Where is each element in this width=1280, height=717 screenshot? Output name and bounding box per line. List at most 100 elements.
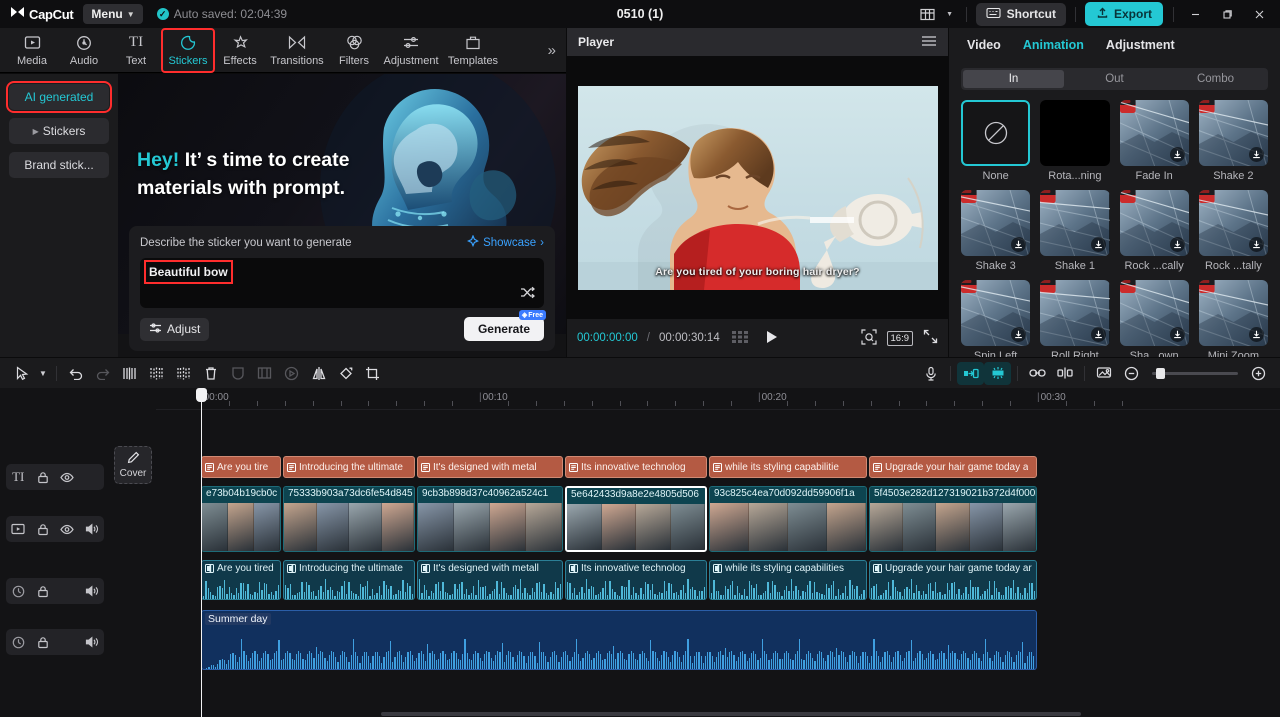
hamburger-icon[interactable] — [921, 35, 937, 50]
nav-ai-generated[interactable]: AI generated — [9, 84, 109, 110]
audio-clip[interactable]: Are you tired — [201, 560, 281, 600]
timeline-scroll-area[interactable]: 00:0000:1000:2000:30 Are you tireIntrodu… — [156, 388, 1280, 717]
thumbnail-icon[interactable] — [1091, 362, 1118, 385]
download-icon[interactable] — [1249, 237, 1264, 252]
fit-screen-icon[interactable] — [861, 329, 877, 348]
text-clip[interactable]: while its styling capabilitie — [709, 456, 867, 478]
delete-icon[interactable] — [197, 362, 224, 385]
video-clip[interactable]: 5f4503e282d127319021b372d4f000b — [869, 486, 1037, 552]
horizontal-scrollbar[interactable] — [381, 712, 1081, 716]
split-view-icon[interactable] — [1051, 362, 1078, 385]
animation-item[interactable]: Rota...ning — [1040, 100, 1109, 182]
tab-adjustment-right[interactable]: Adjustment — [1106, 38, 1175, 52]
download-icon[interactable] — [1091, 237, 1106, 252]
volume-icon[interactable] — [80, 523, 105, 535]
play-icon[interactable] — [765, 330, 778, 347]
download-icon[interactable] — [1170, 237, 1185, 252]
playhead[interactable] — [201, 388, 202, 717]
prompt-input[interactable]: Beautiful bow — [140, 258, 544, 308]
animation-item[interactable]: Rock ...tally — [1199, 190, 1268, 272]
animation-item[interactable]: Mini Zoom — [1199, 280, 1268, 357]
menu-button[interactable]: Menu ▼ — [83, 4, 142, 24]
segment-in[interactable]: In — [963, 70, 1064, 88]
tab-animation[interactable]: Animation — [1023, 38, 1084, 52]
undo-icon[interactable] — [62, 362, 89, 385]
aspect-ratio-button[interactable]: 16:9 — [887, 331, 914, 346]
tab-video[interactable]: Video — [967, 38, 1001, 52]
animation-item[interactable]: Fade In — [1120, 100, 1189, 182]
split-icon[interactable] — [116, 362, 143, 385]
music-clip[interactable]: Summer day — [201, 610, 1037, 670]
video-clip[interactable]: 5e642433d9a8e2e4805d506 — [565, 486, 707, 552]
segment-combo[interactable]: Combo — [1165, 70, 1266, 88]
text-clip[interactable]: Upgrade your hair game today a — [869, 456, 1037, 478]
maximize-button[interactable] — [1212, 0, 1242, 28]
animation-item[interactable]: Spin Left — [961, 280, 1030, 357]
player-stage[interactable]: Are you tired of your boring hair dryer? — [567, 56, 948, 319]
trim-left-icon[interactable] — [143, 362, 170, 385]
video-clip[interactable]: 9cb3b898d37c40962a524c1 — [417, 486, 563, 552]
tab-transitions[interactable]: Transitions — [266, 29, 328, 72]
audio-clip[interactable]: Its innovative technolog — [565, 560, 707, 600]
video-clip[interactable]: e73b04b19cb0c — [201, 486, 281, 552]
nav-brand-stickers[interactable]: Brand stick... — [9, 152, 109, 178]
tab-stickers[interactable]: Stickers — [162, 29, 214, 72]
minimize-button[interactable] — [1180, 0, 1210, 28]
animation-item[interactable]: Rock ...cally — [1120, 190, 1189, 272]
more-tabs-button[interactable]: » — [548, 42, 556, 59]
showcase-link[interactable]: Showcase › — [467, 235, 544, 250]
download-icon[interactable] — [1249, 327, 1264, 342]
text-clip[interactable]: Its innovative technolog — [565, 456, 707, 478]
tab-effects[interactable]: Effects — [214, 29, 266, 72]
mirror-icon[interactable] — [305, 362, 332, 385]
tab-media[interactable]: Media — [6, 29, 58, 72]
tab-filters[interactable]: Filters — [328, 29, 380, 72]
nav-stickers[interactable]: ▶ Stickers — [9, 118, 109, 144]
microphone-icon[interactable] — [917, 362, 944, 385]
zoom-slider[interactable] — [1152, 372, 1238, 375]
text-track[interactable]: Are you tireIntroducing the ultimateIt's… — [156, 456, 1280, 478]
tab-adjustment[interactable]: Adjustment — [380, 29, 442, 72]
lock-icon[interactable] — [31, 523, 56, 536]
tab-templates[interactable]: Templates — [442, 29, 504, 72]
segment-out[interactable]: Out — [1064, 70, 1165, 88]
layout-dropdown-icon[interactable]: ▼ — [943, 3, 957, 25]
crop-icon[interactable] — [359, 362, 386, 385]
chevron-down-icon[interactable]: ▼ — [35, 362, 51, 385]
audio-clip[interactable]: It's designed with metall — [417, 560, 563, 600]
export-button[interactable]: Export — [1085, 2, 1163, 26]
frames-icon[interactable] — [732, 331, 748, 346]
text-clip[interactable]: Are you tire — [201, 456, 281, 478]
shuffle-icon[interactable] — [520, 286, 535, 302]
shortcut-button[interactable]: Shortcut — [976, 3, 1066, 26]
video-track[interactable]: e73b04b19cb0c 75333b903a73dc6fe54d845 9c… — [156, 486, 1280, 552]
auto-cutout-icon[interactable] — [984, 362, 1011, 385]
audio-clip[interactable]: while its styling capabilities — [709, 560, 867, 600]
tab-text[interactable]: TI Text — [110, 29, 162, 72]
volume-icon[interactable] — [80, 636, 105, 648]
music-track[interactable]: Summer day — [156, 610, 1280, 670]
generate-button[interactable]: ◈ Free Generate — [464, 317, 544, 341]
cover-button[interactable]: Cover — [114, 446, 152, 484]
zoom-out-icon[interactable] — [1118, 362, 1145, 385]
animation-item[interactable]: Sha...own — [1120, 280, 1189, 357]
timeline-ruler[interactable]: 00:0000:1000:2000:30 — [156, 388, 1280, 410]
audio-clip[interactable]: Upgrade your hair game today ar — [869, 560, 1037, 600]
lock-icon[interactable] — [31, 636, 56, 649]
select-arrow-icon[interactable] — [8, 362, 35, 385]
animation-item[interactable]: Shake 3 — [961, 190, 1030, 272]
link-icon[interactable] — [1024, 362, 1051, 385]
zoom-slider-handle[interactable] — [1156, 368, 1165, 379]
download-icon[interactable] — [1170, 147, 1185, 162]
text-clip[interactable]: It's designed with metal — [417, 456, 563, 478]
download-icon[interactable] — [1170, 327, 1185, 342]
text-clip[interactable]: Introducing the ultimate — [283, 456, 415, 478]
animation-item[interactable]: Roll Right — [1040, 280, 1109, 357]
animation-item[interactable]: Shake 1 — [1040, 190, 1109, 272]
zoom-in-icon[interactable] — [1245, 362, 1272, 385]
trim-right-icon[interactable] — [170, 362, 197, 385]
rotate-icon[interactable] — [332, 362, 359, 385]
close-button[interactable] — [1244, 0, 1274, 28]
lock-icon[interactable] — [31, 585, 56, 598]
download-icon[interactable] — [1091, 327, 1106, 342]
